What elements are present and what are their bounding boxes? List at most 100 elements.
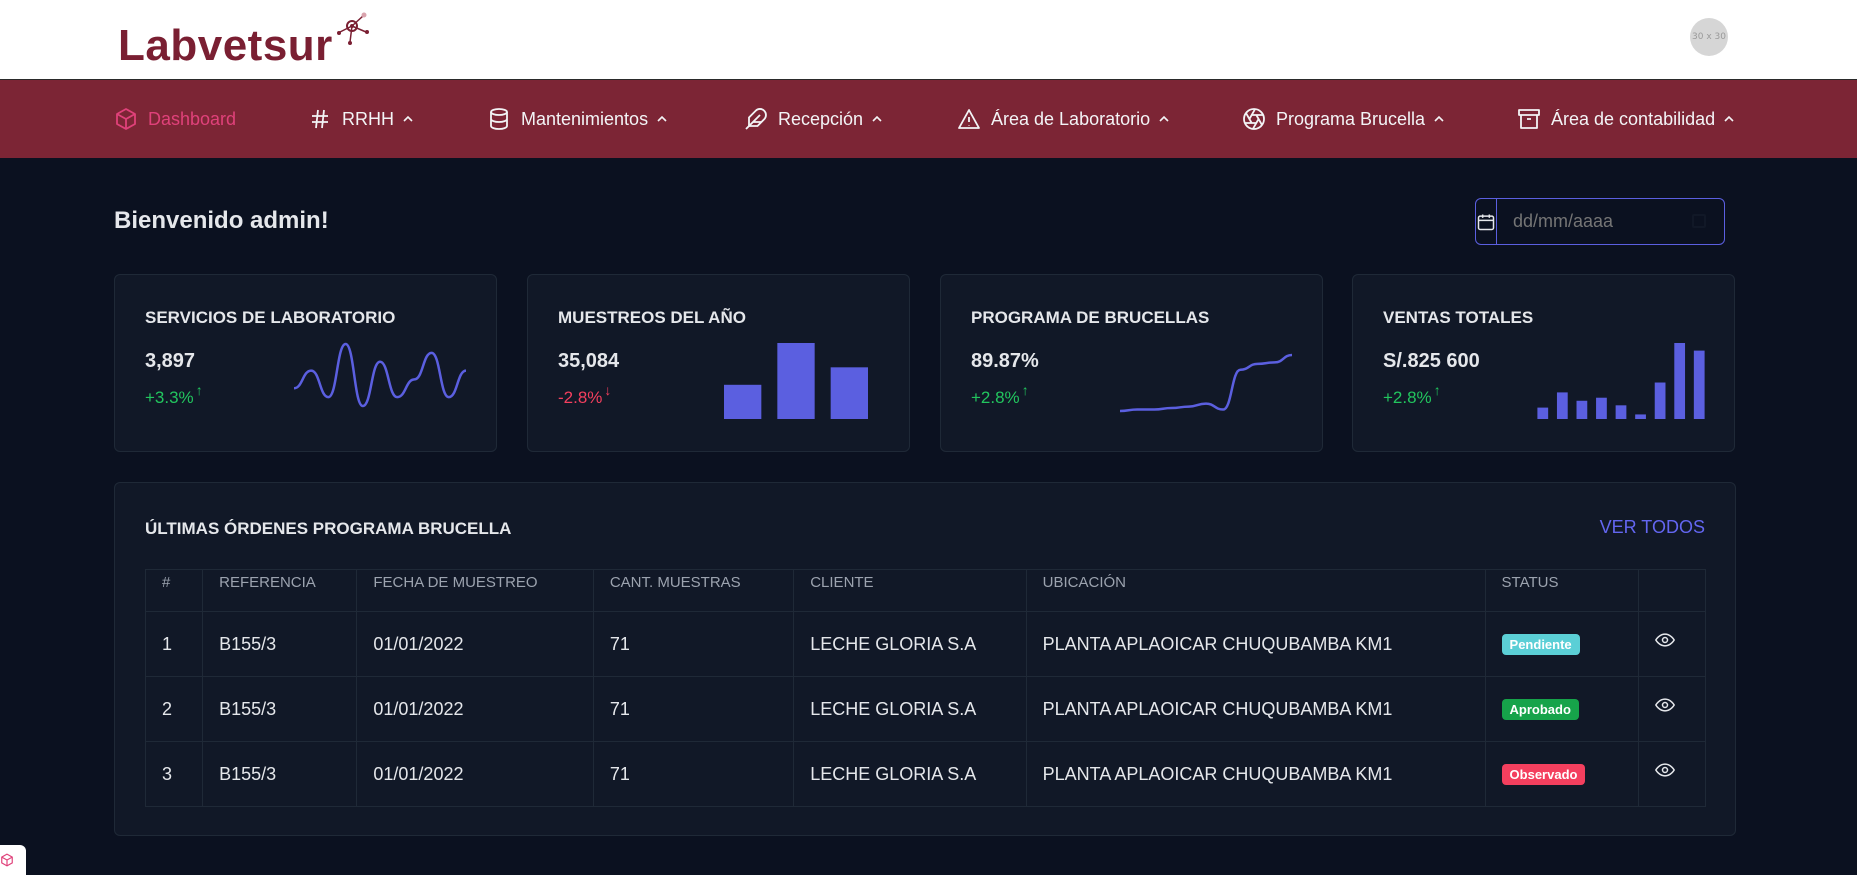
date-input[interactable] xyxy=(1497,199,1724,244)
hash-icon xyxy=(312,109,328,129)
molecule-icon xyxy=(337,12,369,45)
client-cell: LECHE GLORIA S.A xyxy=(793,676,1027,742)
column-header: CANT. MUESTRAS xyxy=(592,569,795,612)
nav-label: Recepción xyxy=(778,108,864,129)
sparkline-chart xyxy=(1119,353,1293,413)
nav-item-programa-brucella[interactable]: Programa Brucella xyxy=(1242,80,1445,158)
nav-item-area-laboratorio[interactable]: Área de Laboratorio xyxy=(957,80,1170,158)
date-picker[interactable] xyxy=(1475,198,1725,245)
action-cell xyxy=(1637,741,1707,807)
nav-label: Área de contabilidad xyxy=(1551,108,1716,129)
column-header: # xyxy=(144,569,204,612)
column-header: UBICACIÓN xyxy=(1025,569,1486,612)
nav-label: Programa Brucella xyxy=(1276,108,1426,129)
status-badge: Aprobado xyxy=(1501,699,1579,720)
card-change: -2.8% ↓ xyxy=(558,382,611,408)
card-change: +2.8% ↑ xyxy=(1383,382,1441,408)
eye-icon[interactable] xyxy=(1654,760,1675,780)
quantity-cell: 71 xyxy=(592,611,795,677)
stat-card: MUESTREOS DEL AÑO 35,084 -2.8% ↓ xyxy=(527,274,910,452)
series-line xyxy=(1119,353,1293,413)
nav-label: Mantenimientos xyxy=(521,108,649,129)
date-cell: 01/01/2022 xyxy=(356,741,594,807)
bar-chart xyxy=(724,343,868,419)
table-row: 2 B155/3 01/01/2022 71 LECHE GLORIA S.A … xyxy=(144,676,1707,742)
client-cell: LECHE GLORIA S.A xyxy=(793,611,1027,677)
nav-label: Área de Laboratorio xyxy=(991,108,1151,129)
card-value: 35,084 xyxy=(558,350,620,372)
top-header: Labvetsur 30 x 30 xyxy=(0,0,1857,80)
table-header-row: # REFERENCIA FECHA DE MUESTREO CANT. MUE… xyxy=(144,569,1707,612)
action-cell xyxy=(1637,611,1707,677)
row-number: 1 xyxy=(144,611,204,677)
chevron-up-icon xyxy=(657,115,667,122)
card-title: VENTAS TOTALES xyxy=(1383,308,1534,327)
nav-item-recepcion[interactable]: Recepción xyxy=(744,80,883,158)
card-change: +2.8% ↑ xyxy=(971,382,1029,408)
orders-table: # REFERENCIA FECHA DE MUESTREO CANT. MUE… xyxy=(144,569,1707,807)
column-header: CLIENTE xyxy=(793,569,1027,612)
panel-title: ÚLTIMAS ÓRDENES PROGRAMA BRUCELLA xyxy=(145,519,512,538)
status-badge: Pendiente xyxy=(1501,634,1580,655)
archive-icon xyxy=(1518,109,1540,129)
bar xyxy=(724,384,762,419)
bar xyxy=(1537,407,1549,419)
status-cell: Aprobado xyxy=(1484,676,1639,742)
arrow-down-icon: ↓ xyxy=(604,382,612,398)
eye-icon[interactable] xyxy=(1654,695,1675,715)
chevron-up-icon xyxy=(403,115,413,122)
chevron-up-icon xyxy=(1434,115,1444,122)
calendar-icon[interactable] xyxy=(1476,199,1497,244)
reference-cell: B155/3 xyxy=(202,611,358,677)
card-value: 89.87% xyxy=(971,350,1039,372)
card-change: +3.3% ↑ xyxy=(145,382,203,408)
bar xyxy=(777,343,815,419)
feather-icon xyxy=(745,108,767,130)
location-cell: PLANTA APLAOICAR CHUQUBAMBA KM1 xyxy=(1025,611,1486,677)
date-cell: 01/01/2022 xyxy=(356,676,594,742)
date-dropdown-icon[interactable] xyxy=(1692,214,1706,228)
status-badge: Observado xyxy=(1501,764,1586,785)
stat-card: SERVICIOS DE LABORATORIO 3,897 +3.3% ↑ xyxy=(114,274,497,452)
reference-cell: B155/3 xyxy=(202,676,358,742)
bar xyxy=(1635,414,1646,419)
alert-triangle-icon xyxy=(958,109,980,129)
cube-icon xyxy=(116,108,136,130)
database-icon xyxy=(490,108,508,130)
debug-toolbar-icon[interactable] xyxy=(0,845,26,875)
card-title: MUESTREOS DEL AÑO xyxy=(558,308,746,327)
change-value: -2.8% xyxy=(558,388,603,407)
eye-icon[interactable] xyxy=(1654,630,1675,650)
status-cell: Observado xyxy=(1484,741,1639,807)
avatar[interactable]: 30 x 30 xyxy=(1690,18,1728,56)
row-number: 2 xyxy=(144,676,204,742)
nav-item-area-contabilidad[interactable]: Área de contabilidad xyxy=(1517,80,1735,158)
row-number: 3 xyxy=(144,741,204,807)
date-cell: 01/01/2022 xyxy=(356,611,594,677)
nav-label: RRHH xyxy=(342,108,394,129)
column-header: REFERENCIA xyxy=(202,569,358,612)
nav-item-dashboard[interactable]: Dashboard xyxy=(114,80,236,158)
nav-item-rrhh[interactable]: RRHH xyxy=(308,80,414,158)
bar xyxy=(1615,405,1627,419)
bar xyxy=(1674,343,1686,419)
card-title: SERVICIOS DE LABORATORIO xyxy=(145,308,396,327)
quantity-cell: 71 xyxy=(592,741,795,807)
sparkline-chart xyxy=(293,342,467,408)
arrow-up-icon: ↑ xyxy=(1433,382,1441,398)
nav-item-mantenimientos[interactable]: Mantenimientos xyxy=(487,80,668,158)
bar xyxy=(1693,350,1705,419)
card-value: 3,897 xyxy=(145,350,196,372)
page-title: Bienvenido admin! xyxy=(114,207,329,234)
status-cell: Pendiente xyxy=(1484,611,1639,677)
nav-label: Dashboard xyxy=(148,108,237,129)
table-row: 1 B155/3 01/01/2022 71 LECHE GLORIA S.A … xyxy=(144,611,1707,677)
action-cell xyxy=(1637,676,1707,742)
bar xyxy=(1596,397,1607,419)
brand-logo[interactable]: Labvetsur xyxy=(118,12,369,68)
card-title: PROGRAMA DE BRUCELLAS xyxy=(971,308,1210,327)
view-all-link[interactable]: VER TODOS xyxy=(1600,517,1705,538)
chevron-up-icon xyxy=(1159,115,1169,122)
arrow-up-icon: ↑ xyxy=(195,382,203,398)
column-header xyxy=(1637,569,1707,612)
